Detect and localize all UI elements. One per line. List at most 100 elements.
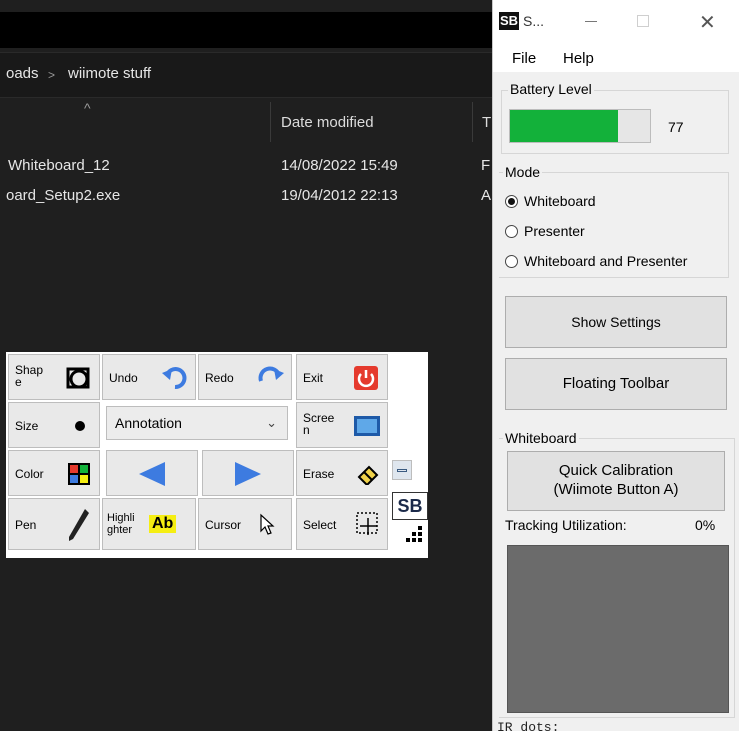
highlighter-button[interactable]: Highli ghter Ab [102,498,196,550]
previous-page-button[interactable] [106,450,198,496]
color-palette-icon [68,463,90,485]
selection-marquee-icon [356,512,378,535]
radio-unselected-icon [505,225,518,238]
shape-button-label: Shap e [15,363,44,389]
mode-group: Mode Whiteboard Presenter Whiteboard and… [499,164,729,278]
shape-button[interactable]: Shap e [8,354,100,400]
power-icon [354,366,378,390]
size-button-label: Size [15,419,39,433]
file-name: Whiteboard_12 [8,157,110,174]
undo-button-label: Undo [109,371,138,385]
whiteboard-label: Whiteboard [503,430,579,446]
breadcrumb-current[interactable]: wiimote stuff [68,65,151,82]
smoothboard-window: SB S... ✕ File Help Battery Level 77 Mod… [492,0,739,735]
cursor-button-label: Cursor [205,518,242,532]
dot-size-icon [75,421,85,431]
battery-level-group: Battery Level 77 [501,81,729,154]
floating-toolbar: Shap e Undo Redo Exit Size Annotation ⌄ … [6,352,428,558]
screen-button[interactable]: Scree n [296,402,388,448]
cursor-button[interactable]: Cursor [198,498,292,550]
explorer-title-bar [0,12,492,48]
select-button[interactable]: Select [296,498,388,550]
redo-icon [258,366,284,382]
column-header-type[interactable]: T [482,114,491,131]
column-header-row: ^ Date modified T [0,100,492,144]
mode-option-label: Whiteboard and Presenter [524,253,688,269]
drag-handle-icon[interactable] [400,524,428,550]
mode-label: Mode [503,164,543,180]
sort-ascending-icon[interactable]: ^ [84,100,91,116]
battery-level-label: Battery Level [508,81,594,97]
breadcrumb-separator-icon: > [48,68,56,82]
battery-level-value: 77 [668,119,684,135]
eraser-icon [357,465,379,485]
file-date: 14/08/2022 15:49 [281,157,398,174]
close-window-icon[interactable]: ✕ [699,10,716,35]
file-row[interactable]: oard_Setup2.exe 19/04/2012 22:13 A [0,184,492,210]
mode-option-presenter[interactable]: Presenter [505,223,585,239]
redo-button[interactable]: Redo [198,354,292,400]
file-date: 19/04/2012 22:13 [281,187,398,204]
radio-selected-icon [505,195,518,208]
ir-dots-label: IR dots: [497,720,560,735]
pen-icon [69,509,89,541]
shape-icon [66,367,90,389]
exit-button-label: Exit [303,371,324,385]
annotation-dropdown-value: Annotation [115,415,182,431]
quick-calibration-sublabel: (Wiimote Button A) [553,481,679,498]
minimize-toolbar-button[interactable] [392,460,412,480]
mode-option-whiteboard-and-presenter[interactable]: Whiteboard and Presenter [505,253,687,269]
file-type: F [481,157,491,174]
chevron-down-icon: ⌄ [266,415,277,430]
minimize-window-icon[interactable] [585,21,597,22]
radio-unselected-icon [505,255,518,268]
menu-file[interactable]: File [512,50,536,67]
highlighter-icon: Ab [149,515,177,533]
battery-level-fill [510,110,618,142]
erase-button-label: Erase [303,467,335,481]
menu-help[interactable]: Help [563,50,594,67]
undo-button[interactable]: Undo [102,354,196,400]
pen-button-label: Pen [15,518,37,532]
select-button-label: Select [303,518,337,532]
window-title-bar: SB S... ✕ [493,0,739,44]
smoothboard-toolbar-logo: SB [392,492,428,520]
breadcrumb-parent[interactable]: oads [6,65,39,82]
undo-icon [162,367,187,389]
file-row[interactable]: Whiteboard_12 14/08/2022 15:49 F [0,154,492,180]
whiteboard-group: Whiteboard Quick Calibration (Wiimote Bu… [499,430,735,718]
maximize-window-icon[interactable] [637,15,649,27]
cursor-arrow-icon [260,513,275,535]
minimize-icon [397,469,407,472]
floating-toolbar-button[interactable]: Floating Toolbar [505,358,727,410]
color-button-label: Color [15,467,44,481]
show-settings-button[interactable]: Show Settings [505,296,727,348]
highlighter-button-label: Highli ghter [107,512,135,536]
tracking-utilization-label: Tracking Utilization: [505,517,627,533]
battery-level-bar [509,109,651,143]
quick-calibration-button[interactable]: Quick Calibration (Wiimote Button A) [507,451,725,511]
menu-bar: File Help [493,44,739,72]
pen-button[interactable]: Pen [8,498,100,550]
ir-camera-preview [507,545,729,713]
breadcrumb[interactable]: oads > wiimote stuff [0,52,492,98]
quick-calibration-label: Quick Calibration [558,462,674,479]
file-name: oard_Setup2.exe [6,187,121,204]
screen-icon [354,416,380,436]
arrow-right-icon [235,462,261,486]
next-page-button[interactable] [202,450,294,496]
mode-option-label: Whiteboard [524,193,596,209]
erase-button[interactable]: Erase [296,450,388,496]
screen-button-label: Scree n [303,411,335,437]
app-logo: SB [499,12,519,30]
size-button[interactable]: Size [8,402,100,448]
mode-option-whiteboard[interactable]: Whiteboard [505,193,596,209]
mode-option-label: Presenter [524,223,585,239]
window-title: S... [523,13,545,29]
redo-button-label: Redo [205,371,234,385]
tracking-utilization-value: 0% [695,517,716,533]
column-header-date-modified[interactable]: Date modified [281,114,374,131]
exit-button[interactable]: Exit [296,354,388,400]
color-button[interactable]: Color [8,450,100,496]
annotation-dropdown[interactable]: Annotation ⌄ [106,406,288,440]
